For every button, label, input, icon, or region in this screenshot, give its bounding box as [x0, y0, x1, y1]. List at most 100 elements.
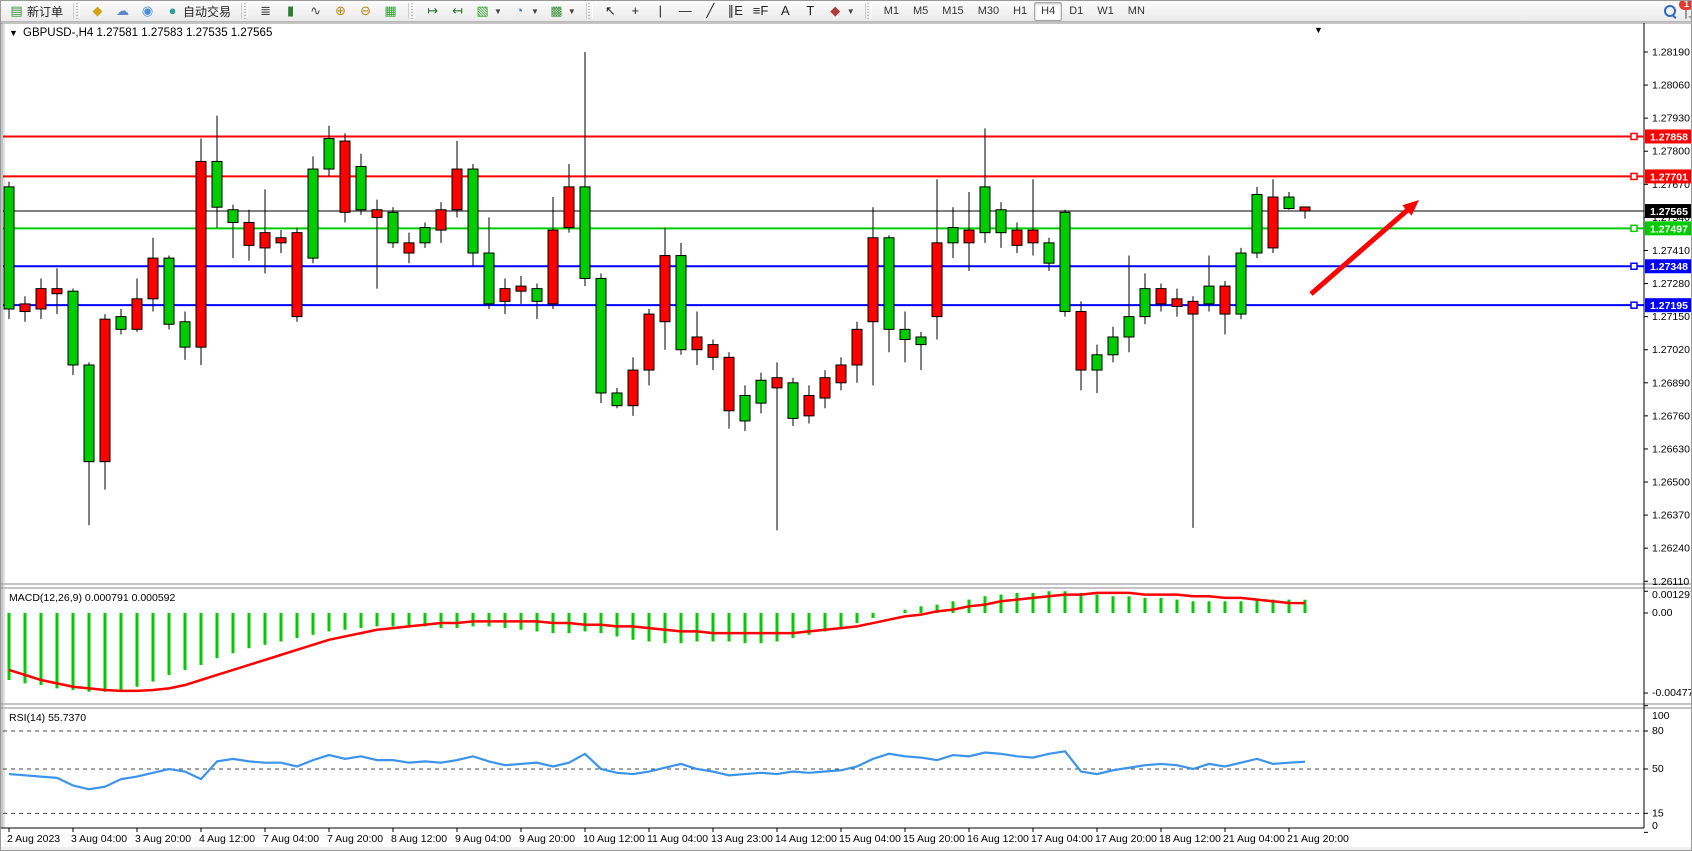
candles-chart-icon: ▮: [283, 4, 298, 18]
zoom-out-button[interactable]: ⊖: [353, 1, 378, 21]
hline-handle[interactable]: [1631, 263, 1637, 269]
candle-body: [324, 139, 334, 170]
signals-button[interactable]: ◉: [135, 1, 160, 21]
price-tick-label: 1.27800: [1652, 146, 1690, 158]
time-tick-label: 7 Aug 04:00: [263, 833, 319, 845]
bars-chart-button[interactable]: ≣: [253, 1, 278, 21]
vertical-line-button[interactable]: |: [648, 1, 673, 21]
candle-body: [4, 187, 14, 309]
candle-body: [132, 299, 142, 330]
timeframe-button-m15[interactable]: M15: [935, 2, 970, 21]
signals-icon: ◉: [140, 4, 155, 18]
price-tick-label: 1.26240: [1652, 543, 1690, 555]
candle-body: [804, 396, 814, 416]
candle-body: [724, 357, 734, 410]
chart-window[interactable]: 1.281901.280601.279301.278001.276701.275…: [1, 22, 1692, 851]
timeframe-button-h4[interactable]: H4: [1034, 2, 1062, 21]
candle-body: [1012, 230, 1022, 245]
candle-body: [1284, 197, 1294, 208]
channel-button[interactable]: ∥E: [723, 1, 748, 21]
line-chart-button[interactable]: ∿: [303, 1, 328, 21]
time-tick-label: 9 Aug 04:00: [455, 833, 511, 845]
hline-handle[interactable]: [1631, 133, 1637, 139]
timeframe-button-w1[interactable]: W1: [1090, 2, 1121, 21]
candle-body: [516, 286, 526, 291]
price-tick-label: 1.27280: [1652, 278, 1690, 290]
candles-chart-button[interactable]: ▮: [278, 1, 303, 21]
horizontal-line-button[interactable]: —: [673, 1, 698, 21]
market-watch-button[interactable]: ◆: [85, 1, 110, 21]
price-badge-label: 1.27858: [1650, 131, 1688, 143]
zoom-in-button[interactable]: ⊕: [328, 1, 353, 21]
tile-windows-button[interactable]: ▦: [378, 1, 403, 21]
text-button[interactable]: A: [773, 1, 798, 21]
price-tick-label: 1.28060: [1652, 80, 1690, 92]
rsi-tick-label: 0: [1652, 820, 1658, 832]
hline-handle[interactable]: [1631, 173, 1637, 179]
time-tick-label: 11 Aug 04:00: [647, 833, 708, 845]
chevron-down-icon: ▼: [494, 7, 502, 16]
cursor-button[interactable]: ↖: [598, 1, 623, 21]
trendline-button[interactable]: ╱: [698, 1, 723, 21]
timeframe-button-m30[interactable]: M30: [971, 2, 1006, 21]
profiles-button[interactable]: ☁: [110, 1, 135, 21]
auto-trading-button[interactable]: ●自动交易: [160, 1, 236, 21]
templates-button[interactable]: ▩▼: [544, 1, 581, 21]
timeframe-button-m1[interactable]: M1: [877, 2, 906, 21]
label-button[interactable]: T: [798, 1, 823, 21]
time-tick-label: 14 Aug 12:00: [775, 833, 837, 845]
timeframe-toolbar: M1M5M15M30H1H4D1W1MN: [874, 1, 1155, 21]
chart-shift-button[interactable]: ↤: [445, 1, 470, 21]
candle-body: [84, 365, 94, 462]
candle-body: [932, 243, 942, 317]
timeframe-button-m5[interactable]: M5: [906, 2, 935, 21]
price-badge-label: 1.27195: [1650, 300, 1688, 312]
chevron-down-icon: ▼: [568, 7, 576, 16]
candle-body: [1028, 230, 1038, 243]
new-order-button[interactable]: ▤ 新订单: [4, 1, 68, 21]
candle-body: [660, 256, 670, 322]
periods-button[interactable]: ◔▼: [507, 1, 544, 21]
candle-body: [836, 365, 846, 383]
candle-body: [1252, 194, 1262, 253]
hline-handle[interactable]: [1631, 302, 1637, 308]
candle-body: [1172, 299, 1182, 307]
new-chart-button[interactable]: ▧▼: [470, 1, 507, 21]
timeframe-button-h1[interactable]: H1: [1006, 2, 1034, 21]
candle-body: [1220, 286, 1230, 314]
auto-scroll-button[interactable]: ↦: [420, 1, 445, 21]
new-order-icon: ▤: [9, 4, 24, 18]
zoom-out-icon: ⊖: [358, 4, 373, 18]
candle-body: [1188, 301, 1198, 314]
search-icon[interactable]: [1664, 5, 1677, 18]
candle-body: [756, 380, 766, 403]
chart-canvas[interactable]: 1.281901.280601.279301.278001.276701.275…: [1, 22, 1692, 851]
time-tick-label: 2 Aug 2023: [7, 833, 60, 845]
candle-body: [1300, 207, 1310, 211]
candle-body: [500, 289, 510, 302]
hline-handle[interactable]: [1631, 225, 1637, 231]
candle-body: [820, 378, 830, 398]
price-tick-label: 1.28190: [1652, 47, 1690, 59]
candle-body: [20, 304, 30, 312]
auto-trading-button-label: 自动交易: [183, 3, 231, 20]
arrows-button[interactable]: ◆▼: [823, 1, 860, 21]
candle-body: [1140, 289, 1150, 317]
macd-label: MACD(12,26,9) 0.000791 0.000592: [9, 592, 176, 604]
crosshair-button[interactable]: +: [623, 1, 648, 21]
timeframe-button-mn[interactable]: MN: [1121, 2, 1152, 21]
time-tick-label: 3 Aug 20:00: [135, 833, 191, 845]
cursor-icon: ↖: [603, 4, 618, 18]
timeframe-button-d1[interactable]: D1: [1062, 2, 1090, 21]
fibonacci-button[interactable]: ≡F: [748, 1, 773, 21]
candle-body: [532, 289, 542, 302]
candle-body: [708, 345, 718, 358]
time-tick-label: 15 Aug 20:00: [903, 833, 965, 845]
chat-button[interactable]: 1: [1685, 4, 1687, 18]
rsi-tick-label: 100: [1652, 710, 1670, 722]
time-tick-label: 17 Aug 04:00: [1031, 833, 1093, 845]
candle-body: [1156, 289, 1166, 304]
candle-body: [308, 169, 318, 258]
price-tick-label: 1.26890: [1652, 377, 1690, 389]
time-tick-label: 3 Aug 04:00: [71, 833, 127, 845]
